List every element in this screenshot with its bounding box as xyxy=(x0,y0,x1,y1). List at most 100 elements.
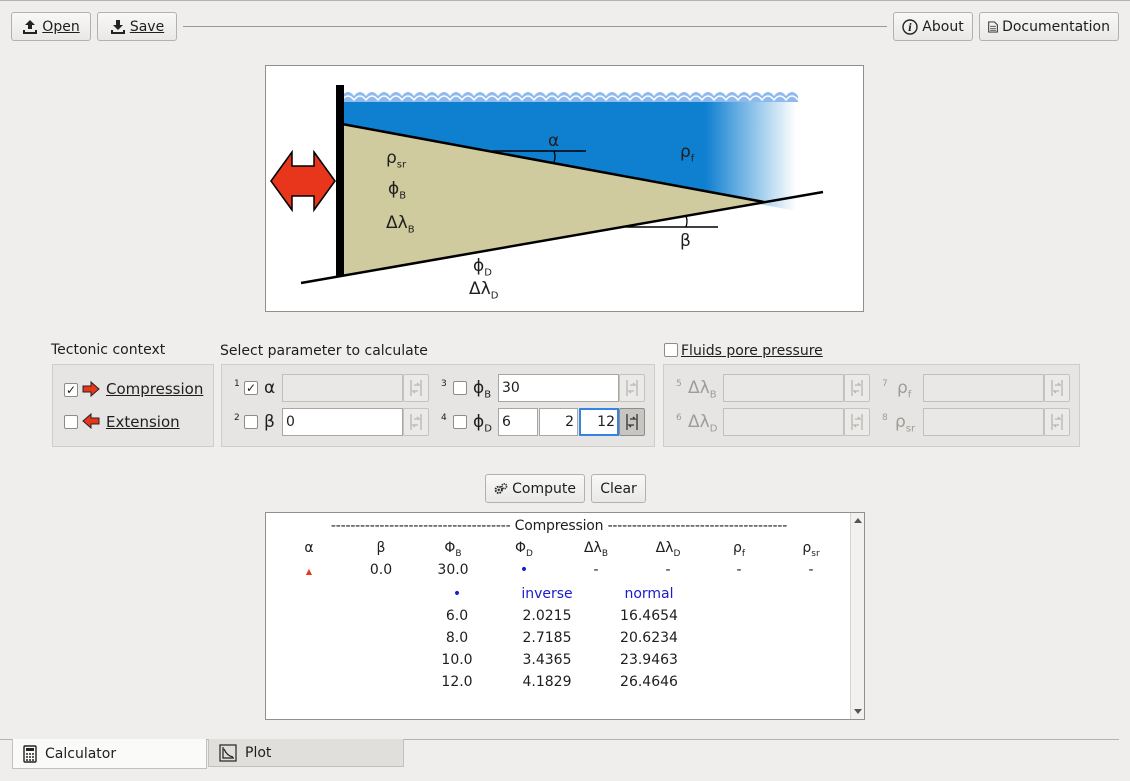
range-icon xyxy=(851,380,863,396)
save-button[interactable]: Save xyxy=(97,12,177,41)
about-button[interactable]: i About xyxy=(893,12,973,41)
param-phib-checkbox[interactable] xyxy=(453,381,467,395)
range-icon xyxy=(1051,380,1063,396)
toolbar-separator xyxy=(183,26,887,27)
parameter-group: 1 ✓ α 2 β 0 3 ϕB 30 4 ϕD 6 2 12 xyxy=(221,364,655,447)
rhosr-range-button[interactable] xyxy=(1044,408,1070,436)
phib-range-button[interactable] xyxy=(619,374,645,402)
alpha-value-marker: ▲ xyxy=(305,567,313,576)
range-icon xyxy=(626,414,638,430)
range-icon xyxy=(410,380,422,396)
phid-start-field[interactable]: 6 xyxy=(498,408,538,436)
row-2-normal: 20.6234 xyxy=(620,630,678,646)
phi-d-label: ϕD xyxy=(473,256,492,279)
param-8-number: 8 xyxy=(882,413,888,423)
document-icon xyxy=(988,21,998,32)
alpha-label: α xyxy=(548,131,560,151)
tab-plot[interactable]: Plot xyxy=(208,739,404,767)
param-beta-checkbox[interactable] xyxy=(244,415,258,429)
alpha-range-button[interactable] xyxy=(403,374,429,402)
col-rhosr-header: ρsr xyxy=(802,540,820,559)
tectonic-context-group: ✓ Compression Extension xyxy=(52,364,214,447)
alpha-field[interactable] xyxy=(282,374,403,402)
range-icon xyxy=(1051,414,1063,430)
dl-d-label: ΔλD xyxy=(469,279,499,302)
param-phid-symbol: ϕD xyxy=(473,412,492,435)
param-beta-symbol: β xyxy=(264,412,275,432)
param-1-number: 1 xyxy=(234,379,240,389)
tab-calculator[interactable]: Calculator xyxy=(12,739,207,769)
download-icon xyxy=(110,19,125,34)
row-4-normal: 26.4646 xyxy=(620,674,678,690)
wedge-diagram: ρsr ϕB ΔλB α ρf β ϕD ΔλD xyxy=(265,65,864,312)
svg-text:i: i xyxy=(908,23,912,34)
phi-b-label: ϕB xyxy=(388,179,407,202)
rho-sr-label: ρsr xyxy=(386,148,407,171)
clear-label: Clear xyxy=(600,480,637,497)
dlb-field[interactable] xyxy=(723,374,844,402)
rhosr-value: - xyxy=(808,562,814,578)
param-dlb-symbol: ΔλB xyxy=(688,378,717,401)
param-6-number: 6 xyxy=(676,413,682,423)
results-header-line: ------------------------------------- Co… xyxy=(330,518,788,534)
select-parameter-title: Select parameter to calculate xyxy=(220,343,428,359)
compute-button[interactable]: Compute xyxy=(485,474,585,503)
param-5-number: 5 xyxy=(676,379,682,389)
param-7-number: 7 xyxy=(882,379,888,389)
tab-calculator-label: Calculator xyxy=(45,745,117,762)
rhof-value: - xyxy=(736,562,742,578)
row-1-normal: 16.4654 xyxy=(620,608,678,624)
row-2-inverse: 2.7185 xyxy=(522,630,572,646)
beta-field[interactable]: 0 xyxy=(282,408,403,436)
rhof-field[interactable] xyxy=(923,374,1044,402)
compression-checkbox[interactable]: ✓ xyxy=(64,383,78,397)
about-label: About xyxy=(922,18,964,35)
phid-step-field[interactable]: 2 xyxy=(539,408,578,436)
param-alpha-checkbox[interactable]: ✓ xyxy=(244,381,258,395)
open-button[interactable]: Open xyxy=(11,12,91,41)
tectonic-context-title: Tectonic context xyxy=(51,342,166,358)
dld-range-button[interactable] xyxy=(844,408,870,436)
row-1-inverse: 2.0215 xyxy=(522,608,572,624)
scroll-down-icon[interactable] xyxy=(853,708,863,716)
scroll-up-icon[interactable] xyxy=(853,516,863,524)
results-scrollbar[interactable] xyxy=(850,513,864,719)
documentation-button[interactable]: Documentation xyxy=(979,12,1119,41)
rhosr-field[interactable] xyxy=(923,408,1044,436)
dlb-value: - xyxy=(593,562,599,578)
param-4-number: 4 xyxy=(441,413,447,423)
col-dld-header: ΔλD xyxy=(655,540,681,559)
extension-checkbox[interactable] xyxy=(64,415,78,429)
col-beta-header: β xyxy=(376,540,386,556)
fluids-checkbox[interactable] xyxy=(664,343,678,357)
row-2-phid: 8.0 xyxy=(445,630,469,646)
phib-field[interactable]: 30 xyxy=(498,374,619,402)
range-marker: • xyxy=(452,586,462,602)
phib-value: 30.0 xyxy=(437,562,469,578)
param-phid-checkbox[interactable] xyxy=(453,415,467,429)
phid-value-marker: • xyxy=(519,562,529,578)
fluids-group: 5 ΔλB 6 ΔλD 7 ρf 8 ρsr xyxy=(663,364,1080,447)
col-phid-header: ΦD xyxy=(515,540,533,559)
rhof-range-button[interactable] xyxy=(1044,374,1070,402)
row-3-phid: 10.0 xyxy=(441,652,473,668)
range-icon xyxy=(410,414,422,430)
row-4-phid: 12.0 xyxy=(441,674,473,690)
clear-button[interactable]: Clear xyxy=(591,474,646,503)
dlb-range-button[interactable] xyxy=(844,374,870,402)
save-label: Save xyxy=(129,18,165,35)
dl-b-label: ΔλB xyxy=(386,213,415,236)
beta-value: 0.0 xyxy=(369,562,393,578)
range-icon xyxy=(626,380,638,396)
extension-arrow-icon xyxy=(82,413,100,429)
row-4-inverse: 4.1829 xyxy=(522,674,572,690)
param-alpha-symbol: α xyxy=(264,378,276,398)
phid-range-button[interactable] xyxy=(619,408,645,436)
beta-label: β xyxy=(680,231,691,251)
phid-end-field[interactable]: 12 xyxy=(579,408,619,436)
param-rhof-symbol: ρf xyxy=(897,378,912,401)
beta-range-button[interactable] xyxy=(403,408,429,436)
dld-field[interactable] xyxy=(723,408,844,436)
param-3-number: 3 xyxy=(441,379,447,389)
wedge-diagram-graphic xyxy=(270,85,824,285)
